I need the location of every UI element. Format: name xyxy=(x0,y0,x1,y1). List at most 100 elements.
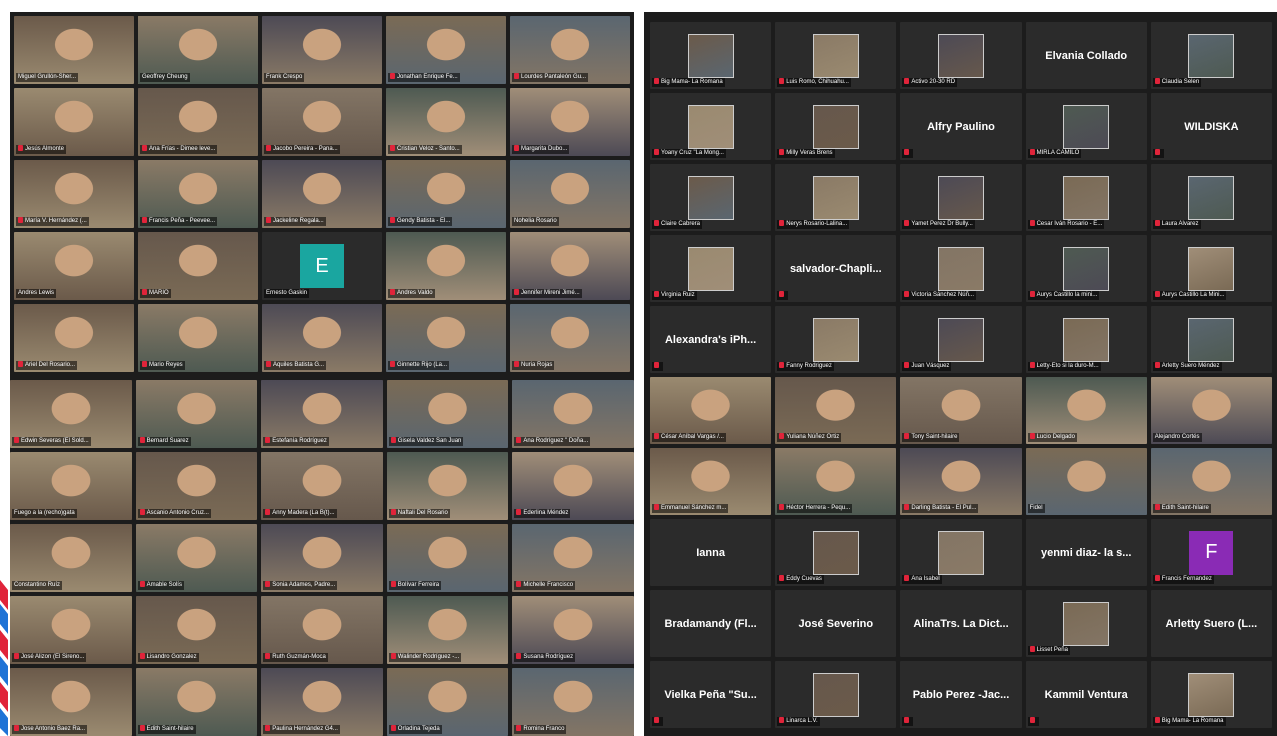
participant-tile[interactable]: MIRLA CAMILO xyxy=(1025,93,1147,160)
participant-tile[interactable]: Edwin Severas (El Sold... xyxy=(10,380,132,448)
participant-tile[interactable]: Lisandro Gonzalez xyxy=(135,596,258,664)
participant-tile[interactable]: WILDISKA xyxy=(1150,93,1272,160)
participant-tile[interactable]: Geoffrey Cheung xyxy=(138,16,258,84)
participant-tile[interactable]: Walinder Rodríguez -... xyxy=(386,596,509,664)
participant-tile[interactable]: Arletty Suero (L... xyxy=(1150,590,1272,657)
participant-tile[interactable]: Lucio Delgado xyxy=(1025,377,1147,444)
participant-tile[interactable]: Activo 20-30 RD xyxy=(900,22,1022,89)
participant-tile[interactable]: Fanny Rodriguez xyxy=(775,306,897,373)
participant-tile[interactable]: Ederlina Méndez xyxy=(512,452,634,520)
participant-tile[interactable]: Aurys Castillo la mini... xyxy=(1025,235,1147,302)
participant-tile[interactable]: Claudia Selen xyxy=(1150,22,1272,89)
participant-tile[interactable]: Yuliana Núñez Ortiz xyxy=(775,377,897,444)
participant-tile[interactable]: Bradamandy (Fl... xyxy=(650,590,772,657)
participant-tile[interactable]: Gisela Valdez San Juan xyxy=(386,380,509,448)
participant-tile[interactable]: Aurys Castillo La Mini... xyxy=(1150,235,1272,302)
participant-tile[interactable]: Big Mama- La Romana xyxy=(1150,661,1272,728)
participant-tile[interactable]: Paulina Hernández G4... xyxy=(261,668,383,736)
participant-tile[interactable]: Alfry Paulino xyxy=(900,93,1022,160)
participant-tile[interactable]: Andres Lewis xyxy=(14,232,134,300)
participant-tile[interactable]: AlinaTrs. La Dict... xyxy=(900,590,1022,657)
participant-tile[interactable]: María V. Hernández (... xyxy=(14,160,134,228)
participant-tile[interactable]: César Aníbal Vargas /... xyxy=(650,377,772,444)
participant-tile[interactable]: Bolívar Ferreira xyxy=(386,524,509,592)
participant-tile[interactable]: Cesar Iván Rosario - E... xyxy=(1025,164,1147,231)
participant-tile[interactable]: Pablo Perez -Jac... xyxy=(900,661,1022,728)
participant-tile[interactable]: Bernard Suarez xyxy=(135,380,258,448)
participant-tile[interactable]: yenmi diaz- la s... xyxy=(1025,519,1147,586)
participant-tile[interactable]: Emmanuel Sánchez m... xyxy=(650,448,772,515)
participant-tile[interactable]: Margarita Dubo... xyxy=(510,88,630,156)
participant-tile[interactable]: Lisset Peña xyxy=(1025,590,1147,657)
participant-tile[interactable]: Ana Isabel xyxy=(900,519,1022,586)
participant-tile[interactable]: Mario Reyes xyxy=(138,304,258,372)
participant-tile[interactable]: Nuria Rojas xyxy=(510,304,630,372)
participant-tile[interactable]: Tony Saint-hilaire xyxy=(900,377,1022,444)
participant-tile[interactable]: Ianna xyxy=(650,519,772,586)
participant-tile[interactable]: Aquiles Batista G... xyxy=(262,304,382,372)
participant-tile[interactable]: E Ernesto Gaskin xyxy=(262,232,382,300)
participant-tile[interactable]: Kammil Ventura xyxy=(1025,661,1147,728)
participant-tile[interactable]: Susana Rodríguez xyxy=(512,596,634,664)
participant-tile[interactable]: Juan Vásquez xyxy=(900,306,1022,373)
participant-tile[interactable]: Estefanía Rodríguez xyxy=(261,380,383,448)
participant-tile[interactable]: Alexandra's iPh... xyxy=(650,306,772,373)
participant-tile[interactable]: Frank Crespo xyxy=(262,16,382,84)
participant-tile[interactable]: Ana Rodríguez " Doña... xyxy=(512,380,634,448)
participant-tile[interactable]: Ginnette Rijo (La... xyxy=(386,304,506,372)
participant-tile[interactable]: Ruth Guzmán-Moca xyxy=(261,596,383,664)
participant-tile[interactable]: MARIO xyxy=(138,232,258,300)
participant-tile[interactable]: Victoria Sánchez Núñ... xyxy=(900,235,1022,302)
participant-tile[interactable]: Virginia Ruiz xyxy=(650,235,772,302)
participant-tile[interactable]: Nohelia Rosario xyxy=(510,160,630,228)
participant-tile[interactable]: Alejandro Cortés xyxy=(1150,377,1272,444)
participant-tile[interactable]: Francis Peña - Peevee... xyxy=(138,160,258,228)
participant-tile[interactable]: Fuego a la (recho)gata xyxy=(10,452,132,520)
participant-tile[interactable]: Linarca L.V. xyxy=(775,661,897,728)
participant-tile[interactable]: Fidel xyxy=(1025,448,1147,515)
participant-tile[interactable]: Constantino Ruíz xyxy=(10,524,132,592)
participant-tile[interactable]: Jackeline Regala... xyxy=(262,160,382,228)
participant-tile[interactable]: Arletty Suero Méndez xyxy=(1150,306,1272,373)
participant-tile[interactable]: Ana Frías - Dimee leve... xyxy=(138,88,258,156)
participant-tile[interactable]: Darling Batista - El Pul... xyxy=(900,448,1022,515)
participant-tile[interactable]: Yoany Cruz "La Mong... xyxy=(650,93,772,160)
participant-tile[interactable]: Andres Valdo xyxy=(386,232,506,300)
participant-tile[interactable]: Edith Saint-hilaire xyxy=(1150,448,1272,515)
participant-tile[interactable]: Orladina Tejeda xyxy=(386,668,509,736)
participant-tile[interactable]: salvador-Chapli... xyxy=(775,235,897,302)
participant-tile[interactable]: Luis Romo, Chihuahu... xyxy=(775,22,897,89)
participant-tile[interactable]: Jose Antonio Baez Ra... xyxy=(10,668,132,736)
participant-tile[interactable]: Michelle Francisco xyxy=(512,524,634,592)
participant-tile[interactable]: Milly Veras Brens xyxy=(775,93,897,160)
participant-tile[interactable]: F Francis Fernandez xyxy=(1150,519,1272,586)
participant-tile[interactable]: Laura Alvarez xyxy=(1150,164,1272,231)
participant-tile[interactable]: Héctor Herrera - Pequ... xyxy=(775,448,897,515)
participant-tile[interactable]: Naftali Del Rosario xyxy=(386,452,509,520)
participant-tile[interactable]: Big Mama- La Romana xyxy=(650,22,772,89)
participant-tile[interactable]: Lourdes Pantaleón Gu... xyxy=(510,16,630,84)
participant-tile[interactable]: Cristian Veloz - Santo... xyxy=(386,88,506,156)
participant-tile[interactable]: Claire Cabrera xyxy=(650,164,772,231)
participant-tile[interactable]: Vielka Peña "Su... xyxy=(650,661,772,728)
participant-tile[interactable]: Jesús Almonte xyxy=(14,88,134,156)
participant-tile[interactable]: Miguel Grullón-Sher... xyxy=(14,16,134,84)
participant-tile[interactable]: Sonia Adames, Padre... xyxy=(261,524,383,592)
participant-tile[interactable]: Ariel Del Rosario... xyxy=(14,304,134,372)
participant-tile[interactable]: Ascanio Antonio Cruz... xyxy=(135,452,258,520)
participant-tile[interactable]: Letty-Eto si la duro-M... xyxy=(1025,306,1147,373)
participant-tile[interactable]: Jennifer Mireni Jimé... xyxy=(510,232,630,300)
participant-tile[interactable]: José Severino xyxy=(775,590,897,657)
participant-tile[interactable]: Nerys Rosario-Lalina... xyxy=(775,164,897,231)
participant-tile[interactable]: Anny Madera (La B(t)... xyxy=(261,452,383,520)
participant-tile[interactable]: Yamet Perez Dr Bully... xyxy=(900,164,1022,231)
participant-tile[interactable]: Jacobo Pereira - Pana... xyxy=(262,88,382,156)
participant-tile[interactable]: Eddy Cuevas xyxy=(775,519,897,586)
participant-tile[interactable]: Romina Franco xyxy=(512,668,634,736)
participant-tile[interactable]: Gendy Batista - El... xyxy=(386,160,506,228)
participant-tile[interactable]: Jonathan Enrique Fe... xyxy=(386,16,506,84)
participant-tile[interactable]: José Alizon (El Sireno... xyxy=(10,596,132,664)
participant-tile[interactable]: Edith Saint-hilaire xyxy=(135,668,258,736)
participant-tile[interactable]: Amable Solís xyxy=(135,524,258,592)
participant-tile[interactable]: Elvania Collado xyxy=(1025,22,1147,89)
